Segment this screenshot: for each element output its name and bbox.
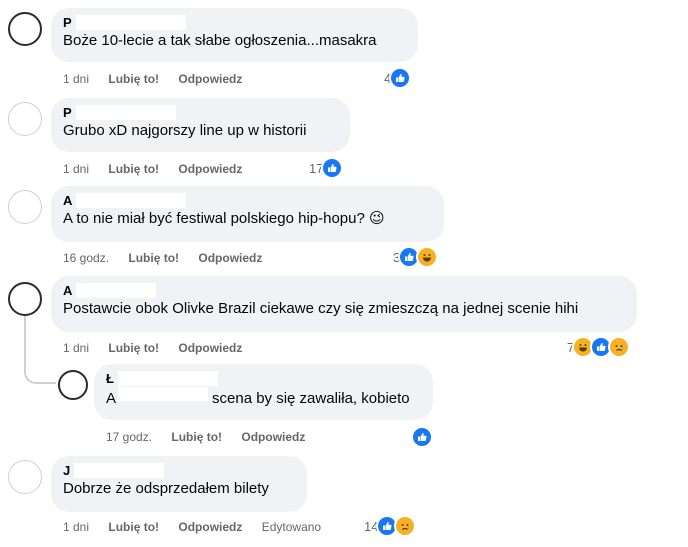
- comment-bubble: A Postawcie obok Olivke Brazil ciekawe c…: [51, 276, 637, 332]
- avatar[interactable]: [8, 460, 42, 494]
- comment-bubble: P Boże 10-lecie a tak słabe ogłoszenia..…: [51, 8, 418, 62]
- reply-button[interactable]: Odpowiedz: [178, 341, 242, 355]
- comment-time[interactable]: 16 godz.: [63, 251, 109, 265]
- reply-button[interactable]: Odpowiedz: [178, 72, 242, 86]
- comment-author[interactable]: P: [63, 15, 406, 31]
- comment-text: Ascena by się zawaliła, kobieto: [106, 387, 421, 409]
- comment-meta: 1 dni Lubię to! Odpowiedz: [63, 71, 258, 87]
- reply-comment: Ł Ascena by się zawaliła, kobieto 17 god…: [0, 360, 688, 450]
- comment: A Postawcie obok Olivke Brazil ciekawe c…: [0, 270, 688, 360]
- like-button[interactable]: Lubię to!: [108, 72, 159, 86]
- comment-bubble: P Grubo xD najgorszy line up w historii: [51, 98, 350, 152]
- like-icon: [389, 67, 412, 89]
- like-button[interactable]: Lubię to!: [108, 341, 159, 355]
- comment-meta: 17 godz. Lubię to! Odpowiedz: [106, 429, 321, 445]
- comment: A A to nie miał być festiwal polskiego h…: [0, 180, 688, 270]
- comment-author[interactable]: Ł: [106, 371, 421, 387]
- comment-meta: 16 godz. Lubię to! Odpowiedz: [63, 250, 278, 266]
- like-icon: [411, 426, 433, 448]
- comment-text: Dobrze że odsprzedałem bilety: [63, 480, 269, 497]
- comment-bubble: J Dobrze że odsprzedałem bilety: [51, 456, 307, 512]
- comment-meta: 1 dni Lubię to! Odpowiedz Edytowano: [63, 519, 337, 535]
- comment-meta: 1 dni Lubię to! Odpowiedz: [63, 161, 258, 177]
- avatar[interactable]: [8, 190, 42, 224]
- reply-button[interactable]: Odpowiedz: [241, 430, 305, 444]
- avatar[interactable]: [8, 12, 42, 46]
- comment-time[interactable]: 1 dni: [63, 341, 89, 355]
- like-button[interactable]: Lubię to!: [108, 162, 159, 176]
- reply-button[interactable]: Odpowiedz: [178, 520, 242, 534]
- comment-text: Postawcie obok Olivke Brazil ciekawe czy…: [63, 300, 579, 317]
- reaction-summary[interactable]: 17: [309, 157, 344, 179]
- avatar[interactable]: [8, 102, 42, 136]
- like-button[interactable]: Lubię to!: [128, 251, 179, 265]
- mention[interactable]: A: [106, 390, 116, 407]
- reaction-summary[interactable]: 4: [384, 67, 412, 89]
- avatar[interactable]: [8, 282, 42, 316]
- comment-time[interactable]: 17 godz.: [106, 430, 152, 444]
- like-button[interactable]: Lubię to!: [108, 520, 159, 534]
- comment: J Dobrze że odsprzedałem bilety 1 dni Lu…: [0, 450, 688, 540]
- sad-icon: [394, 515, 417, 537]
- reply-button[interactable]: Odpowiedz: [198, 251, 262, 265]
- haha-icon: [416, 246, 439, 268]
- comment-author[interactable]: J: [63, 463, 295, 479]
- reaction-summary[interactable]: 3: [393, 246, 439, 268]
- like-button[interactable]: Lubię to!: [171, 430, 222, 444]
- comment-bubble: A A to nie miał być festiwal polskiego h…: [51, 186, 444, 242]
- comment-author[interactable]: A: [63, 193, 432, 209]
- comment-time[interactable]: 1 dni: [63, 72, 89, 86]
- comment: P Boże 10-lecie a tak słabe ogłoszenia..…: [0, 0, 688, 90]
- reaction-summary[interactable]: [411, 426, 433, 448]
- comment: P Grubo xD najgorszy line up w historii …: [0, 90, 688, 180]
- sad-icon: [608, 336, 631, 358]
- comment-time[interactable]: 1 dni: [63, 162, 89, 176]
- reaction-summary[interactable]: 7: [567, 336, 631, 358]
- comment-text: Boże 10-lecie a tak słabe ogłoszenia...m…: [63, 32, 377, 49]
- comment-meta: 1 dni Lubię to! Odpowiedz: [63, 340, 258, 356]
- avatar[interactable]: [58, 370, 88, 400]
- comment-text: Grubo xD najgorszy line up w historii: [63, 122, 307, 139]
- edited-label[interactable]: Edytowano: [262, 520, 321, 534]
- reaction-summary[interactable]: 14: [364, 515, 417, 537]
- comment-bubble: Ł Ascena by się zawaliła, kobieto: [94, 364, 433, 420]
- reply-button[interactable]: Odpowiedz: [178, 162, 242, 176]
- comment-author[interactable]: A: [63, 283, 625, 299]
- comment-author[interactable]: P: [63, 105, 338, 121]
- comment-time[interactable]: 1 dni: [63, 520, 89, 534]
- comment-text: A to nie miał być festiwal polskiego hip…: [63, 210, 385, 227]
- like-icon: [321, 157, 344, 179]
